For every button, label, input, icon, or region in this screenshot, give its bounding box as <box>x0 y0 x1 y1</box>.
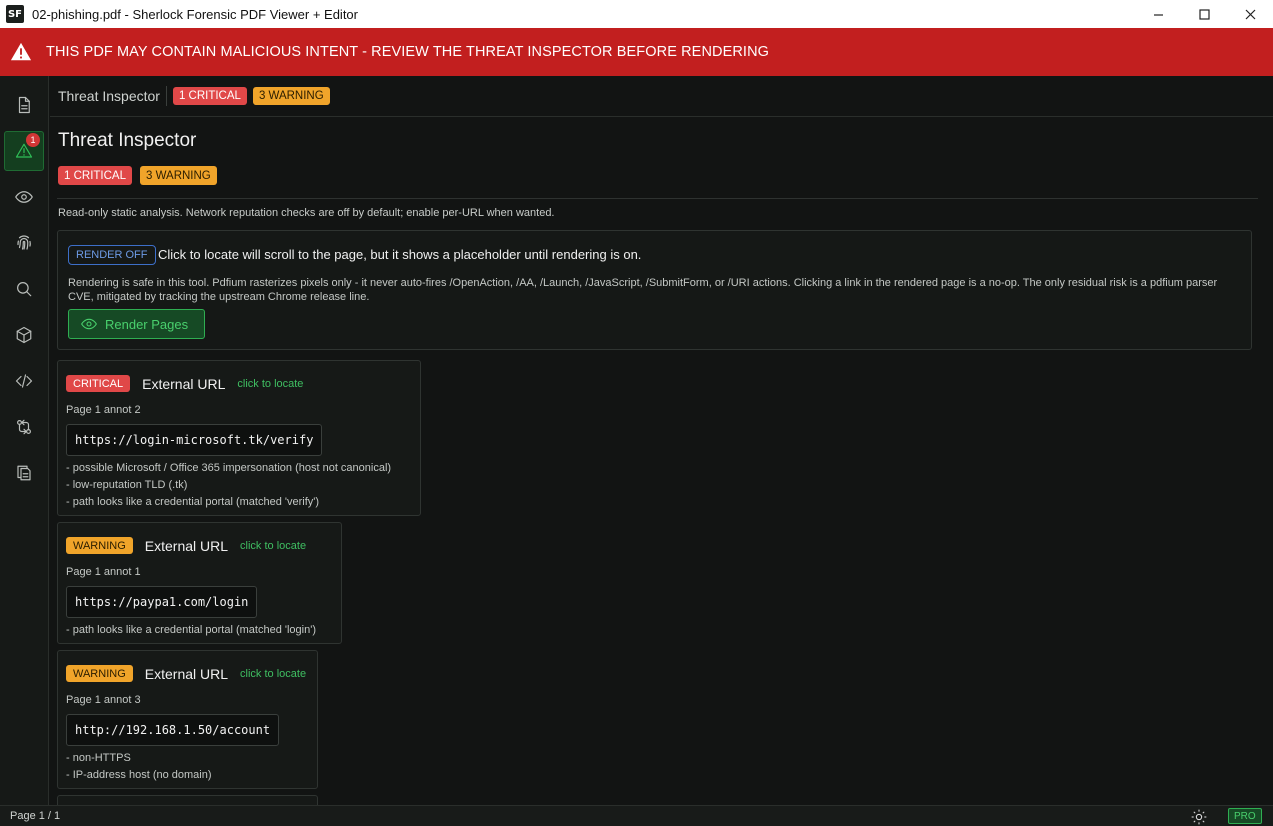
maximize-button[interactable] <box>1181 0 1227 28</box>
finding-location: Page 1 annot 3 <box>66 694 141 706</box>
window-title: 02-phishing.pdf - Sherlock Forensic PDF … <box>32 6 358 22</box>
banner-text: THIS PDF MAY CONTAIN MALICIOUS INTENT - … <box>46 44 770 60</box>
search-icon <box>17 282 32 297</box>
toolbar-divider <box>165 86 167 106</box>
severity-summary: 1 CRITICAL 3 WARNING <box>58 166 225 185</box>
finding-type: External URL <box>144 665 229 682</box>
close-button[interactable] <box>1227 0 1273 28</box>
finding-url[interactable]: https://login-microsoft.tk/verify <box>66 424 323 456</box>
sidebar-item-threat-inspector[interactable]: 1 <box>4 131 44 171</box>
toolbar-critical-badge: 1 CRITICAL <box>172 87 247 105</box>
sun-icon <box>1191 809 1207 825</box>
render-pages-button[interactable]: Render Pages <box>68 309 205 339</box>
finding-url[interactable]: http://192.168.1.50/account <box>66 714 280 746</box>
click-to-locate-link[interactable]: click to locate <box>240 668 306 680</box>
severity-badge: WARNING <box>66 665 133 682</box>
render-off-badge: RENDER OFF <box>68 245 156 265</box>
sidebar-item-preview[interactable] <box>4 177 44 217</box>
toolbar-warning-badge: 3 WARNING <box>252 87 330 105</box>
render-status-panel: RENDER OFF Click to locate will scroll t… <box>57 230 1252 350</box>
sidebar-item-document[interactable] <box>4 85 44 125</box>
finding-url[interactable]: https://paypa1.com/login <box>66 586 258 618</box>
git-compare-icon <box>17 419 31 435</box>
finding-card[interactable]: WARNING External URL click to locate Pag… <box>57 650 318 789</box>
copy-document-icon <box>17 465 31 481</box>
page-indicator: Page 1 / 1 <box>10 810 61 822</box>
maximize-icon <box>1198 8 1210 20</box>
window-controls <box>1135 0 1273 28</box>
eye-icon <box>81 318 97 330</box>
reason-item: - possible Microsoft / Office 365 impers… <box>66 462 392 474</box>
finding-location: Page 1 annot 2 <box>66 404 141 416</box>
reason-item: - IP-address host (no domain) <box>66 769 212 781</box>
malicious-warning-banner: THIS PDF MAY CONTAIN MALICIOUS INTENT - … <box>0 28 1273 76</box>
status-bar: Page 1 / 1 PRO <box>0 805 1273 826</box>
readonly-note: Read-only static analysis. Network reput… <box>58 207 555 219</box>
fingerprint-icon <box>17 235 31 250</box>
finding-card[interactable]: CRITICAL External URL click to locate Pa… <box>57 360 421 516</box>
cube-icon <box>16 326 32 344</box>
reason-item: - non-HTTPS <box>66 752 131 764</box>
app-logo: SF <box>6 5 24 23</box>
finding-type: External URL <box>142 375 226 392</box>
finding-type: External URL <box>144 537 229 554</box>
theme-toggle-button[interactable] <box>1191 809 1207 825</box>
code-icon <box>15 374 33 388</box>
window-titlebar: SF 02-phishing.pdf - Sherlock Forensic P… <box>0 0 1273 28</box>
sidebar-item-pages[interactable] <box>4 453 44 493</box>
threat-count-badge: 1 <box>26 133 40 147</box>
finding-card[interactable]: WARNING External URL click to locate Pag… <box>57 522 342 644</box>
severity-badge: CRITICAL <box>66 375 131 392</box>
inspector-toolbar: Threat Inspector 1 CRITICAL 3 WARNING <box>50 76 1273 117</box>
finding-location: Page 1 annot 1 <box>66 566 141 578</box>
reason-item: - low-reputation TLD (.tk) <box>66 479 188 491</box>
warning-count-badge: 3 WARNING <box>140 166 217 185</box>
locate-note: Click to locate will scroll to the page,… <box>158 247 642 262</box>
minimize-icon <box>1153 13 1163 16</box>
document-icon <box>18 96 30 114</box>
render-pages-label: Render Pages <box>105 316 189 332</box>
render-safety-note: Rendering is safe in this tool. Pdfium r… <box>68 277 1218 303</box>
click-to-locate-link[interactable]: click to locate <box>237 378 303 390</box>
eye-icon <box>15 191 33 203</box>
plan-badge: PRO <box>1228 808 1262 824</box>
close-icon <box>1245 9 1255 19</box>
minimize-button[interactable] <box>1135 0 1181 28</box>
reason-item: - path looks like a credential portal (m… <box>66 624 316 636</box>
finding-card[interactable] <box>57 795 318 805</box>
page-title: Threat Inspector <box>58 130 197 151</box>
sidebar-item-objects[interactable] <box>4 315 44 355</box>
sidebar-item-code[interactable] <box>4 361 44 401</box>
finding-reasons: - path looks like a credential portal (m… <box>66 622 316 639</box>
severity-badge: WARNING <box>66 537 133 554</box>
sidebar-item-compare[interactable] <box>4 407 44 447</box>
finding-reasons: - possible Microsoft / Office 365 impers… <box>66 460 391 511</box>
sidebar: 1 <box>0 76 49 805</box>
reason-item: - path looks like a credential portal (m… <box>66 496 320 508</box>
section-divider <box>57 198 1258 199</box>
warning-triangle-icon <box>10 42 32 61</box>
sidebar-item-fingerprint[interactable] <box>4 223 44 263</box>
critical-count-badge: 1 CRITICAL <box>58 166 132 185</box>
sidebar-item-search[interactable] <box>4 269 44 309</box>
toolbar-title: Threat Inspector <box>58 88 160 104</box>
click-to-locate-link[interactable]: click to locate <box>240 540 306 552</box>
finding-reasons: - non-HTTPS - IP-address host (no domain… <box>66 750 212 784</box>
main-panel: Threat Inspector 1 CRITICAL 3 WARNING Th… <box>50 76 1273 805</box>
